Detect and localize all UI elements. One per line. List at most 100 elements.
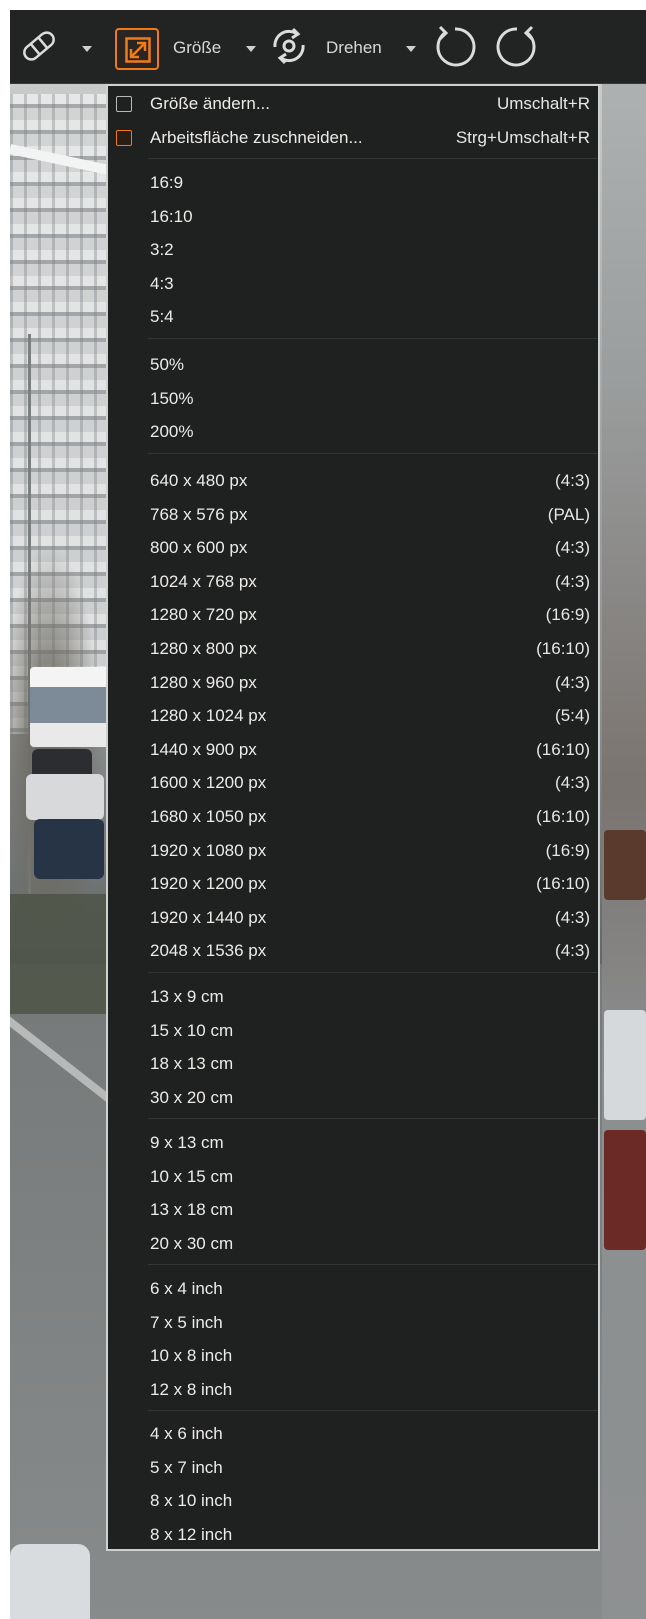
rotate-menu-label[interactable]: Drehen bbox=[326, 38, 382, 58]
menu-item-pixel-size[interactable]: 1280 x 960 px (4:3) bbox=[108, 666, 598, 700]
menu-item-aspect-tag: (PAL) bbox=[547, 504, 590, 524]
menu-item-shortcut: Strg+Umschalt+R bbox=[455, 128, 590, 147]
menu-item-label: 2048 x 1536 px bbox=[150, 941, 267, 961]
menu-item-aspect-tag: (16:9) bbox=[545, 605, 590, 625]
resize-button[interactable] bbox=[115, 28, 159, 70]
size-dropdown-menu: Größe ändern... Umschalt+R Arbeitsfläche… bbox=[106, 84, 600, 1551]
menu-item-label: 15 x 10 cm bbox=[150, 1020, 234, 1040]
menu-item-pixel-size[interactable]: 768 x 576 px (PAL) bbox=[108, 498, 598, 532]
menu-item-label: 4:3 bbox=[150, 273, 174, 293]
menu-item-cm-size[interactable]: 18 x 13 cm bbox=[108, 1047, 598, 1081]
menu-item-inch-size[interactable]: 8 x 10 inch bbox=[108, 1484, 598, 1518]
menu-item-label: 16:9 bbox=[150, 173, 184, 192]
rotate-left-button[interactable] bbox=[430, 24, 480, 72]
menu-item-aspect-ratio[interactable]: 4:3 bbox=[108, 267, 598, 301]
menu-item-label: 1920 x 1200 px bbox=[150, 874, 267, 894]
menu-item-pixel-size[interactable]: 1024 x 768 px (4:3) bbox=[108, 565, 598, 599]
menu-item-pixel-size[interactable]: 1280 x 800 px (16:10) bbox=[108, 632, 598, 666]
menu-item-aspect-tag: (4:3) bbox=[555, 907, 590, 927]
menu-item-inch-size[interactable]: 4 x 6 inch bbox=[108, 1417, 598, 1451]
menu-item-label: 1280 x 1024 px bbox=[150, 706, 267, 726]
menu-item-pixel-size[interactable]: 640 x 480 px (4:3) bbox=[108, 464, 598, 498]
menu-item-aspect-tag: (4:3) bbox=[555, 672, 590, 692]
menu-item-label: 1920 x 1440 px bbox=[150, 907, 267, 927]
menu-item-cm-size[interactable]: 9 x 13 cm bbox=[108, 1126, 598, 1160]
menu-item-label: 768 x 576 px bbox=[150, 504, 248, 524]
bandage-icon bbox=[20, 29, 58, 68]
menu-item-label: 10 x 15 cm bbox=[150, 1166, 234, 1186]
menu-item-percent[interactable]: 150% bbox=[108, 382, 598, 416]
menu-item-label: 1280 x 800 px bbox=[150, 639, 257, 658]
menu-item-label: 6 x 4 inch bbox=[150, 1279, 223, 1298]
menu-item-label: Arbeitsfläche zuschneiden... bbox=[150, 128, 363, 147]
crop-canvas-icon bbox=[116, 130, 132, 146]
menu-item-pixel-size[interactable]: 1280 x 1024 px (5:4) bbox=[108, 699, 598, 733]
rotate-right-icon bbox=[494, 23, 540, 74]
menu-item-aspect-ratio[interactable]: 16:10 bbox=[108, 200, 598, 234]
menu-item-inch-size[interactable]: 12 x 8 inch bbox=[108, 1373, 598, 1407]
menu-item-label: 10 x 8 inch bbox=[150, 1346, 233, 1366]
menu-item-label: 1440 x 900 px bbox=[150, 739, 257, 759]
menu-item-inch-size[interactable]: 8 x 12 inch bbox=[108, 1518, 598, 1552]
menu-item-percent[interactable]: 200% bbox=[108, 415, 598, 449]
menu-separator bbox=[148, 1118, 598, 1120]
menu-separator bbox=[148, 338, 598, 339]
menu-item-pixel-size[interactable]: 800 x 600 px (4:3) bbox=[108, 531, 598, 565]
menu-item-inch-size[interactable]: 6 x 4 inch bbox=[108, 1272, 598, 1306]
repair-tool-button[interactable] bbox=[18, 30, 60, 66]
menu-item-label: 50% bbox=[150, 355, 185, 374]
menu-item-cm-size[interactable]: 10 x 15 cm bbox=[108, 1160, 598, 1194]
menu-item-label: 150% bbox=[150, 388, 194, 408]
menu-item-aspect-tag: (4:3) bbox=[555, 471, 590, 490]
menu-item-label: 8 x 10 inch bbox=[150, 1491, 233, 1511]
menu-item-pixel-size[interactable]: 2048 x 1536 px (4:3) bbox=[108, 934, 598, 968]
menu-item-aspect-tag: (16:10) bbox=[536, 807, 590, 826]
menu-item-aspect-ratio[interactable]: 5:4 bbox=[108, 300, 598, 334]
menu-item-label: 18 x 13 cm bbox=[150, 1054, 234, 1074]
menu-item-label: 1920 x 1080 px bbox=[150, 840, 267, 860]
menu-item-cm-size[interactable]: 15 x 10 cm bbox=[108, 1014, 598, 1048]
menu-item-crop-canvas[interactable]: Arbeitsfläche zuschneiden... Strg+Umscha… bbox=[108, 121, 598, 155]
menu-item-aspect-ratio[interactable]: 16:9 bbox=[108, 166, 598, 200]
rotate-object-button[interactable] bbox=[266, 26, 312, 70]
menu-item-cm-size[interactable]: 13 x 18 cm bbox=[108, 1193, 598, 1227]
menu-item-pixel-size[interactable]: 1920 x 1200 px (16:10) bbox=[108, 867, 598, 901]
menu-item-inch-size[interactable]: 7 x 5 inch bbox=[108, 1306, 598, 1340]
resize-icon bbox=[116, 96, 132, 112]
menu-item-aspect-tag: (4:3) bbox=[555, 571, 590, 591]
menu-item-resize[interactable]: Größe ändern... Umschalt+R bbox=[108, 87, 598, 121]
menu-item-label: 16:10 bbox=[150, 206, 193, 226]
menu-item-label: 5 x 7 inch bbox=[150, 1457, 223, 1477]
photo-car bbox=[34, 819, 104, 879]
menu-item-pixel-size[interactable]: 1440 x 900 px (16:10) bbox=[108, 733, 598, 767]
menu-item-label: 12 x 8 inch bbox=[150, 1379, 233, 1399]
photo-car bbox=[604, 1130, 646, 1250]
menu-item-inch-size[interactable]: 5 x 7 inch bbox=[108, 1451, 598, 1485]
menu-item-label: 13 x 9 cm bbox=[150, 987, 224, 1006]
menu-item-pixel-size[interactable]: 1680 x 1050 px (16:10) bbox=[108, 800, 598, 834]
menu-item-label: 9 x 13 cm bbox=[150, 1133, 224, 1152]
menu-item-aspect-ratio[interactable]: 3:2 bbox=[108, 233, 598, 267]
chevron-down-icon[interactable] bbox=[406, 46, 416, 52]
menu-item-pixel-size[interactable]: 1600 x 1200 px (4:3) bbox=[108, 766, 598, 800]
menu-item-pixel-size[interactable]: 1920 x 1440 px (4:3) bbox=[108, 901, 598, 935]
menu-item-label: 4 x 6 inch bbox=[150, 1424, 223, 1443]
size-menu-label[interactable]: Größe bbox=[173, 38, 221, 58]
menu-item-cm-size[interactable]: 30 x 20 cm bbox=[108, 1081, 598, 1115]
chevron-down-icon[interactable] bbox=[82, 46, 92, 52]
menu-item-label: 13 x 18 cm bbox=[150, 1200, 234, 1220]
menu-item-cm-size[interactable]: 13 x 9 cm bbox=[108, 980, 598, 1014]
menu-item-aspect-tag: (4:3) bbox=[555, 941, 590, 961]
menu-item-label: 800 x 600 px bbox=[150, 538, 248, 558]
menu-item-inch-size[interactable]: 10 x 8 inch bbox=[108, 1339, 598, 1373]
menu-item-cm-size[interactable]: 20 x 30 cm bbox=[108, 1227, 598, 1261]
menu-item-pixel-size[interactable]: 1920 x 1080 px (16:9) bbox=[108, 834, 598, 868]
menu-item-percent[interactable]: 50% bbox=[108, 348, 598, 382]
photo-car bbox=[10, 1544, 90, 1619]
menu-item-pixel-size[interactable]: 1280 x 720 px (16:9) bbox=[108, 598, 598, 632]
chevron-down-icon[interactable] bbox=[246, 46, 256, 52]
menu-item-label: 1680 x 1050 px bbox=[150, 807, 267, 826]
menu-item-aspect-tag: (16:10) bbox=[536, 739, 590, 759]
menu-item-label: 3:2 bbox=[150, 240, 174, 260]
rotate-right-button[interactable] bbox=[492, 24, 542, 72]
